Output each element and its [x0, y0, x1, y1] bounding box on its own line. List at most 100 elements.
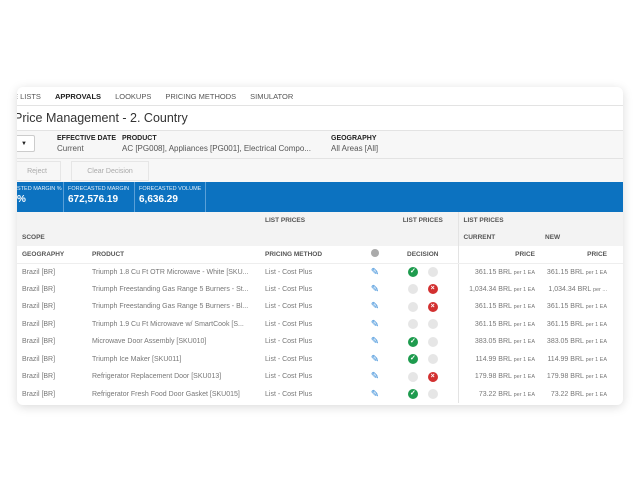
geography-label: GEOGRAPHY — [331, 135, 377, 142]
approve-check-icon[interactable]: ✓ — [407, 319, 418, 330]
new-price-cell: 73.22 BRL per 1 EA — [540, 386, 612, 404]
pricing-method-cell: List - Cost Plus — [265, 355, 313, 363]
current-price-unit: per 1 EA — [513, 286, 535, 293]
new-price-unit: per 1 EA — [585, 321, 607, 328]
pencil-icon[interactable]: ✎ — [371, 336, 379, 347]
nav-lookups[interactable]: LOOKUPS — [115, 92, 151, 101]
reject-x-icon[interactable]: × — [427, 319, 438, 330]
geography-cell: Brazil [BR] — [22, 355, 56, 363]
decision-cell: ✓ × — [388, 333, 458, 351]
reject-x-icon[interactable]: × — [427, 371, 438, 382]
approve-check-icon[interactable]: ✓ — [407, 336, 418, 347]
current-price-unit: per 1 EA — [513, 269, 535, 276]
current-price: 383.05 BRL — [474, 338, 512, 346]
product-filter[interactable]: PRODUCT AC [PG008], Appliances [PG001], E… — [122, 135, 311, 153]
current-price-unit: per 1 EA — [513, 321, 535, 328]
decision-cell: ✓ × — [388, 316, 458, 334]
pricing-method-cell: List - Cost Plus — [265, 390, 313, 398]
page-title: Price Management - 2. Country — [17, 106, 623, 131]
reject-x-icon[interactable]: × — [427, 354, 438, 365]
new-price-unit: per 1 EA — [585, 339, 607, 346]
new-price: 1,034.34 BRL — [548, 285, 591, 293]
kpi-label: STED MARGIN % — [17, 186, 62, 192]
nav-simulator[interactable]: SIMULATOR — [250, 92, 293, 101]
new-price-unit: per ... — [592, 286, 607, 293]
new-price-cell: 361.15 BRL per 1 EA — [540, 316, 612, 334]
approve-check-icon[interactable]: ✓ — [407, 371, 418, 382]
geography-cell: Brazil [BR] — [22, 390, 56, 398]
current-price-cell: 1,034.34 BRL per 1 EA — [457, 280, 540, 298]
new-price-unit: per 1 EA — [585, 269, 607, 276]
list-prices-group-header: LIST PRICES — [388, 212, 458, 229]
approve-check-icon[interactable]: ✓ — [407, 284, 418, 295]
nav-pricing-methods[interactable]: PRICING METHODS — [165, 92, 236, 101]
table-row[interactable]: Brazil [BR] Triumph Freestanding Gas Ran… — [17, 280, 623, 299]
current-price-unit: per 1 EA — [513, 391, 535, 398]
reject-button[interactable]: Reject — [17, 161, 61, 181]
geography-cell: Brazil [BR] — [22, 320, 56, 328]
current-price-column-header[interactable]: PRICE — [457, 246, 540, 264]
reject-x-icon[interactable]: × — [427, 301, 438, 312]
current-price-unit: per 1 EA — [513, 304, 535, 311]
pencil-icon[interactable]: ✎ — [371, 354, 379, 365]
current-price: 73.22 BRL — [478, 390, 512, 398]
list-prices-group-header: LIST PRICES — [457, 212, 540, 229]
clear-decision-button[interactable]: Clear Decision — [71, 161, 149, 181]
product-cell: Triumph Freestanding Gas Range 5 Burners… — [92, 303, 249, 311]
action-bar: Reject Clear Decision — [17, 159, 623, 182]
pricing-method-column-header[interactable]: PRICING METHOD — [260, 246, 362, 264]
pricing-method-cell: List - Cost Plus — [265, 285, 313, 293]
reject-x-icon[interactable]: × — [427, 336, 438, 347]
pencil-icon[interactable]: ✎ — [371, 267, 379, 278]
nav-approvals[interactable]: APPROVALS — [55, 92, 101, 101]
reject-x-icon[interactable]: × — [427, 389, 438, 400]
pencil-icon[interactable]: ✎ — [371, 284, 379, 295]
geography-cell: Brazil [BR] — [22, 338, 56, 346]
edit-cell: ✎ — [362, 368, 388, 386]
current-price: 179.98 BRL — [474, 373, 512, 381]
new-price-unit: per 1 EA — [585, 374, 607, 381]
table-row[interactable]: Brazil [BR] Refrigerator Fresh Food Door… — [17, 385, 623, 404]
reject-x-icon[interactable]: × — [427, 284, 438, 295]
pencil-icon[interactable]: ✎ — [371, 371, 379, 382]
new-price-column-header[interactable]: PRICE — [540, 246, 612, 264]
geography-cell: Brazil [BR] — [22, 373, 56, 381]
pencil-icon[interactable]: ✎ — [371, 301, 379, 312]
pencil-icon[interactable]: ✎ — [371, 389, 379, 400]
decision-cell: ✓ × — [388, 386, 458, 404]
new-price-unit: per 1 EA — [585, 391, 607, 398]
list-prices-group-header: LIST PRICES — [260, 212, 362, 229]
approve-check-icon[interactable]: ✓ — [407, 354, 418, 365]
approve-check-icon[interactable]: ✓ — [407, 301, 418, 312]
new-price-cell: 114.99 BRL per 1 EA — [540, 351, 612, 369]
reject-x-icon[interactable]: × — [427, 267, 438, 277]
geography-cell: Brazil [BR] — [22, 268, 56, 276]
decision-cell: ✓ × — [388, 281, 458, 299]
table-row[interactable]: Brazil [BR] Triumph 1.8 Cu Ft OTR Microw… — [17, 263, 623, 281]
table-row[interactable]: Brazil [BR] Microwave Door Assembly [SKU… — [17, 333, 623, 351]
decision-cell: ✓ × — [388, 298, 458, 316]
pencil-icon[interactable]: ✎ — [371, 319, 379, 330]
product-label: PRODUCT — [122, 135, 157, 142]
table-row[interactable]: Brazil [BR] Refrigerator Replacement Doo… — [17, 368, 623, 386]
geography-column-header[interactable]: GEOGRAPHY — [17, 246, 87, 264]
scope-header: SCOPE — [17, 229, 87, 246]
approve-check-icon[interactable]: ✓ — [407, 267, 418, 277]
approvals-table: LIST PRICES LIST PRICES LIST PRICES SCOPE C… — [17, 212, 623, 403]
decision-column-header: DECISION — [388, 246, 458, 264]
table-row[interactable]: Brazil [BR] Triumph Ice Maker [SKU011] L… — [17, 350, 623, 369]
geography-filter[interactable]: GEOGRAPHY All Areas [All] — [331, 135, 378, 153]
new-price: 179.98 BRL — [546, 373, 584, 381]
nav-price-lists[interactable]: E LISTS — [17, 92, 41, 101]
kpi-forecasted-volume: FORECASTED VOLUME 6,636.29 — [135, 182, 206, 212]
product-cell: Microwave Door Assembly [SKU010] — [92, 338, 207, 346]
table-row[interactable]: Brazil [BR] Triumph Freestanding Gas Ran… — [17, 298, 623, 316]
edit-cell: ✎ — [362, 263, 388, 281]
filter-dropdown[interactable]: ▼ — [17, 135, 35, 152]
product-column-header[interactable]: PRODUCT — [87, 246, 260, 264]
kpi-value: 672,576.19 — [68, 194, 119, 205]
geography-cell: Brazil [BR] — [22, 303, 56, 311]
effective-date-filter[interactable]: EFFECTIVE DATE Current — [57, 135, 116, 153]
approve-check-icon[interactable]: ✓ — [407, 389, 418, 400]
table-row[interactable]: Brazil [BR] Triumph 1.9 Cu Ft Microwave … — [17, 315, 623, 334]
